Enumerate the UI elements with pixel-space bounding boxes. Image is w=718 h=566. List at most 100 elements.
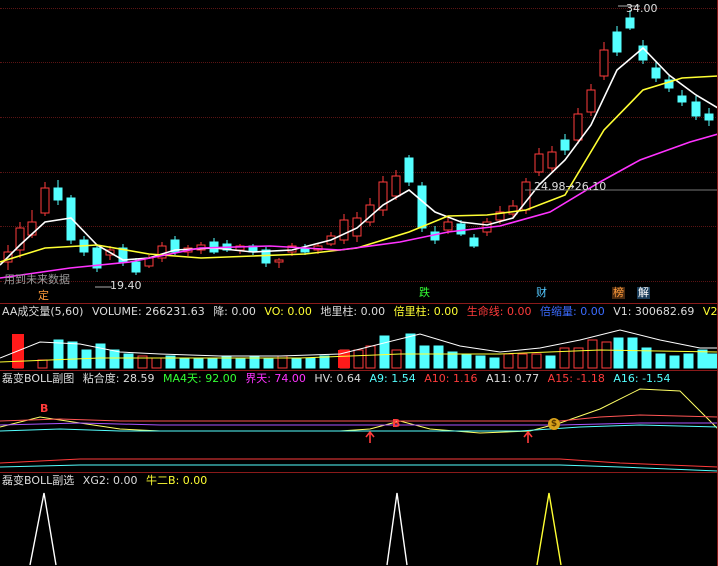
price-range-label: 24.98→26.10 [534, 180, 607, 193]
beisuoliang-value: 倍缩量: 0.00 [540, 305, 605, 318]
main-chart-pane[interactable]: 34.00 19.40 24.98→26.10 用到未来数据 定 跌 财 榜 解 [0, 0, 718, 303]
volume-bar [123, 353, 134, 369]
volume-bar [503, 353, 514, 369]
volume-bar [319, 355, 330, 369]
volume-bar [475, 355, 486, 369]
volume-bar [517, 353, 528, 369]
candle-body [443, 221, 453, 231]
volume-bar [179, 357, 190, 369]
candle-body [704, 113, 714, 121]
jiang-value: 降: 0.00 [213, 305, 256, 318]
candle-body [417, 185, 427, 229]
nianhe-value: 粘合度: 28.59 [82, 372, 155, 385]
select-header: 磊变BOLL副选 XG2: 0.00 牛二B: 0.00 [2, 474, 212, 488]
signal-ding: 定 [38, 289, 49, 302]
volume-bar [291, 357, 302, 369]
volume-bar [655, 353, 666, 369]
boll-header: 磊变BOLL副图 粘合度: 28.59 MA4天: 92.00 界天: 74.0… [2, 372, 676, 386]
volume-bar [613, 337, 624, 369]
candle-body [131, 261, 141, 273]
a9-value: A9: 1.54 [369, 372, 416, 385]
signal-bang: 榜 [612, 286, 625, 299]
volume-bar [365, 345, 376, 369]
ma-magenta-line [0, 133, 718, 279]
volume-bar [207, 357, 218, 369]
volume-bar [707, 353, 718, 369]
v1-value: V1: 300682.69 [613, 305, 695, 318]
candle-body [651, 67, 661, 79]
volume-bar [601, 341, 612, 369]
volume-pane[interactable]: AA成交量(5,60) VOLUME: 266231.63 降: 0.00 VO… [0, 304, 718, 370]
money-bag-icon: $ [548, 418, 560, 430]
volume-bar [697, 349, 708, 369]
xg2-value: XG2: 0.00 [82, 474, 138, 487]
volume-bar [669, 355, 680, 369]
volume-bar [683, 353, 694, 369]
candle-body [469, 237, 479, 247]
up-arrow-icon [523, 430, 533, 443]
price-high-label: 34.00 [626, 2, 658, 15]
jietian-value: 界天: 74.00 [245, 372, 306, 385]
boll-red-line [0, 414, 718, 422]
signal-cai: 财 [536, 286, 547, 299]
candle-body [534, 153, 544, 173]
beilizhu-value: 倍里柱: 0.00 [393, 305, 459, 318]
signal-jie: 解 [637, 286, 650, 299]
dilizhu-value: 地里柱: 0.00 [320, 305, 386, 318]
boll-title: 磊变BOLL副图 [2, 372, 75, 385]
boll-purple-line [0, 422, 718, 426]
a16-value: A16: -1.54 [613, 372, 671, 385]
volume-bar [53, 339, 64, 369]
candle-body [274, 259, 284, 263]
boll-pane[interactable]: 磊变BOLL副图 粘合度: 28.59 MA4天: 92.00 界天: 74.0… [0, 371, 718, 472]
candle-body [560, 139, 570, 151]
volume-bar [419, 345, 430, 369]
boll-marker-b: B [392, 417, 401, 430]
candle-body [456, 223, 466, 235]
volume-bar [587, 339, 598, 369]
volume-bar [67, 341, 78, 369]
candle-body [53, 187, 63, 201]
volume-bar [627, 337, 638, 369]
volume-header: AA成交量(5,60) VOLUME: 266231.63 降: 0.00 VO… [2, 305, 718, 319]
boll-marker-b: B [40, 402, 49, 415]
candle-body [547, 151, 557, 169]
volume-bar [193, 357, 204, 369]
ma4-value: MA4天: 92.00 [162, 372, 237, 385]
boll-lower-cyan-line [0, 464, 718, 472]
volume-bar [433, 345, 444, 369]
candle-body [339, 219, 349, 241]
boll-chart [0, 388, 718, 472]
up-arrow-icon [365, 430, 375, 443]
signal-spike [536, 492, 562, 566]
a15-value: A15: -1.18 [547, 372, 605, 385]
volume-bar [531, 353, 542, 369]
volume-bar [545, 355, 556, 369]
a11-value: A11: 0.77 [485, 372, 540, 385]
volume-bar [405, 333, 416, 369]
volume-bar [235, 357, 246, 369]
v2-value: V2: 3 [702, 305, 718, 318]
candle-body [391, 175, 401, 197]
a10-value: A10: 1.16 [424, 372, 478, 385]
future-data-text: 用到未来数据 [4, 273, 70, 286]
hv-value: HV: 0.64 [314, 372, 362, 385]
volume-bar [379, 335, 390, 369]
volume-bar [461, 353, 472, 369]
signal-spike [386, 492, 408, 566]
shengmingxian-value: 生命线: 0.00 [466, 305, 532, 318]
candlestick-chart [0, 5, 718, 288]
candle-body [586, 89, 596, 113]
signal-die: 跌 [419, 286, 430, 299]
boll-select-pane[interactable]: 磊变BOLL副选 XG2: 0.00 牛二B: 0.00 [0, 473, 718, 566]
volume-bar [151, 357, 162, 369]
volume-bar [353, 349, 364, 369]
volume-bar [263, 357, 274, 369]
volume-bar [109, 349, 120, 369]
volume-bar [305, 357, 316, 369]
candle-body [573, 113, 583, 141]
price-low-label: 19.40 [110, 279, 142, 292]
candle-body [691, 101, 701, 117]
volume-bar [391, 349, 402, 369]
volume-value: VOLUME: 266231.63 [91, 305, 205, 318]
